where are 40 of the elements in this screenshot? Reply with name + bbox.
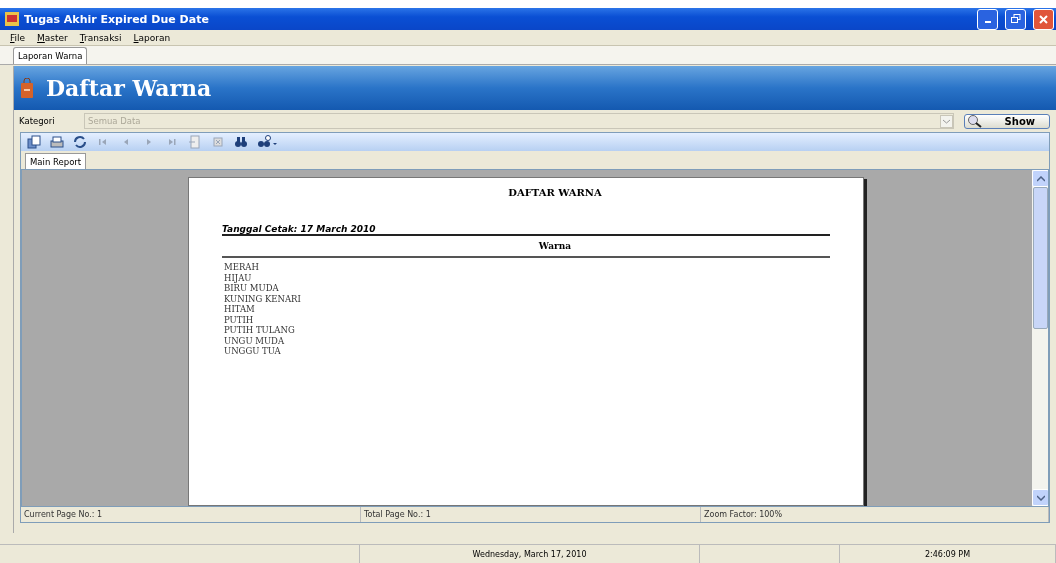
close-button[interactable] <box>1033 8 1054 30</box>
app-icon <box>5 12 19 26</box>
color-name: KUNING KENARI <box>223 293 302 304</box>
color-name: MERAH <box>223 262 260 273</box>
color-name: HITAM <box>223 304 256 315</box>
page-title: Daftar Warna <box>46 75 212 101</box>
color-name: UNGU MUDA <box>223 335 286 346</box>
status-text: Wednesday, March 17, 2010 <box>472 549 587 559</box>
color-name: BIRU MUDA <box>223 283 280 294</box>
scrollbar[interactable] <box>1032 170 1048 506</box>
color-name: HIJAU <box>223 272 253 283</box>
report-title: DAFTAR WARNA <box>508 187 602 198</box>
refresh-icon[interactable] <box>73 135 87 149</box>
restore-icon <box>1010 14 1021 24</box>
color-name: PUTIH <box>223 314 255 325</box>
shopping-bag-icon <box>20 78 34 98</box>
zoom-icon[interactable] <box>257 135 278 149</box>
close-icon <box>1039 14 1048 24</box>
print-date: Tanggal Cetak: 17 March 2010 <box>222 224 377 234</box>
status-text: 2:46:09 PM <box>924 549 971 559</box>
column-header: Warna <box>222 234 830 258</box>
menu-item[interactable]: Master <box>37 32 68 43</box>
menu-item[interactable]: Transaksi <box>79 32 122 43</box>
status-text: Current Page No.: 1 <box>21 507 361 522</box>
minimize-button[interactable] <box>977 8 998 30</box>
printer-icon[interactable] <box>50 135 64 149</box>
tab[interactable]: Laporan Warna <box>13 47 88 64</box>
status-text: Zoom Factor: 100% <box>701 507 1049 522</box>
magnifier-icon <box>967 114 983 128</box>
menu-item[interactable]: File <box>10 32 26 43</box>
color-name: PUTIH TULANG <box>223 325 296 336</box>
status-text: Total Page No.: 1 <box>361 507 701 522</box>
field-label: Kategori <box>19 116 56 126</box>
restore-button[interactable] <box>1005 8 1026 30</box>
tab[interactable]: Main Report <box>25 153 87 169</box>
menu-item[interactable]: Laporan <box>133 32 171 43</box>
window-title: Tugas Akhir Expired Due Date <box>24 12 210 26</box>
color-name: UNGGU TUA <box>223 346 282 357</box>
binoculars-icon[interactable] <box>234 135 248 149</box>
export-icon[interactable] <box>27 135 41 149</box>
